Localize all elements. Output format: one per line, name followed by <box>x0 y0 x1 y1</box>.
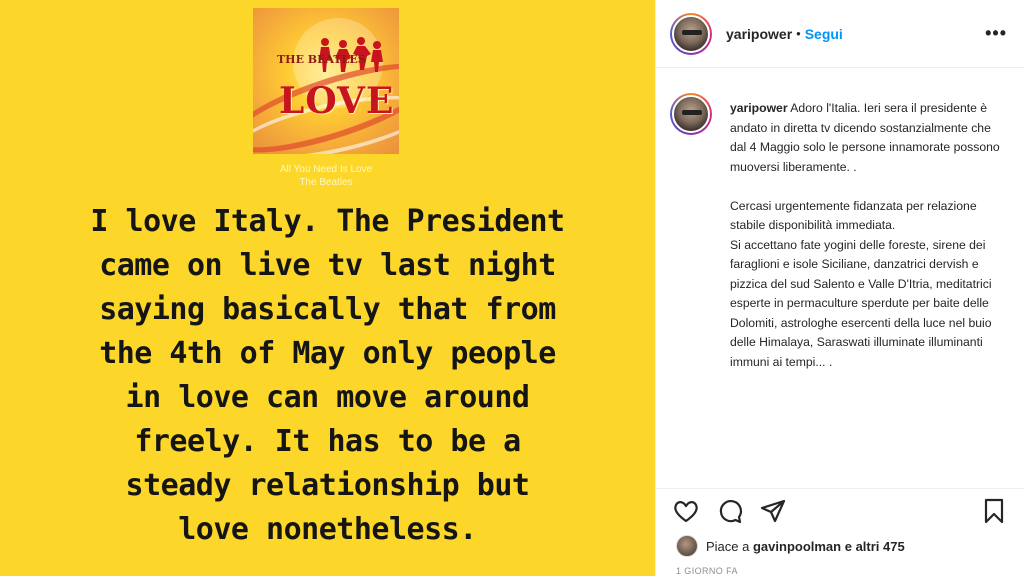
story-text: I love Italy. The President came on live… <box>90 204 565 547</box>
more-options-icon[interactable]: ••• <box>985 24 1007 42</box>
bookmark-icon[interactable] <box>980 497 1008 525</box>
caption-body: Adoro l'Italia. Ieri sera il presidente … <box>730 101 1000 369</box>
post-timestamp[interactable]: 1 GIORNO FA <box>676 566 738 576</box>
follow-button[interactable]: Segui <box>805 26 843 42</box>
album-cover[interactable]: THE BEATLES LOVE <box>253 8 399 154</box>
heart-icon[interactable] <box>672 497 700 525</box>
song-title: All You Need Is Love <box>279 164 373 175</box>
post-image[interactable]: THE BEATLES LOVE All You Need Is Love Th… <box>0 0 655 576</box>
caption-username[interactable]: yaripower <box>730 101 788 115</box>
username-link[interactable]: yaripower <box>726 26 792 42</box>
caption-avatar[interactable] <box>670 93 712 135</box>
likes-others-link[interactable]: e altri 475 <box>841 539 905 554</box>
song-artist: The Beatles <box>299 177 353 188</box>
avatar-image <box>672 95 710 133</box>
avatar-glasses <box>682 110 702 115</box>
album-band-name: THE BEATLES <box>277 53 366 66</box>
separator-dot: • <box>796 26 801 41</box>
post-header: yaripower • Segui ••• <box>656 0 1024 68</box>
likes-row: Piace a gavinpoolman e altri 475 <box>676 535 905 557</box>
likes-text: Piace a gavinpoolman e altri 475 <box>706 539 905 554</box>
action-bar <box>656 488 1024 530</box>
share-icon[interactable] <box>759 497 787 525</box>
album-title: LOVE <box>279 80 395 122</box>
likes-prefix: Piace a <box>706 538 753 554</box>
avatar[interactable] <box>670 12 712 55</box>
avatar-image <box>672 14 710 53</box>
avatar-glasses <box>682 29 702 35</box>
comment-icon[interactable] <box>716 497 744 525</box>
post-sidebar: yaripower • Segui ••• yaripower Adoro l'… <box>655 0 1024 576</box>
liker-avatar[interactable] <box>676 535 698 557</box>
liker-username-link[interactable]: gavinpoolman <box>753 539 841 554</box>
caption-text: yaripower Adoro l'Italia. Ieri sera il p… <box>730 99 1000 372</box>
